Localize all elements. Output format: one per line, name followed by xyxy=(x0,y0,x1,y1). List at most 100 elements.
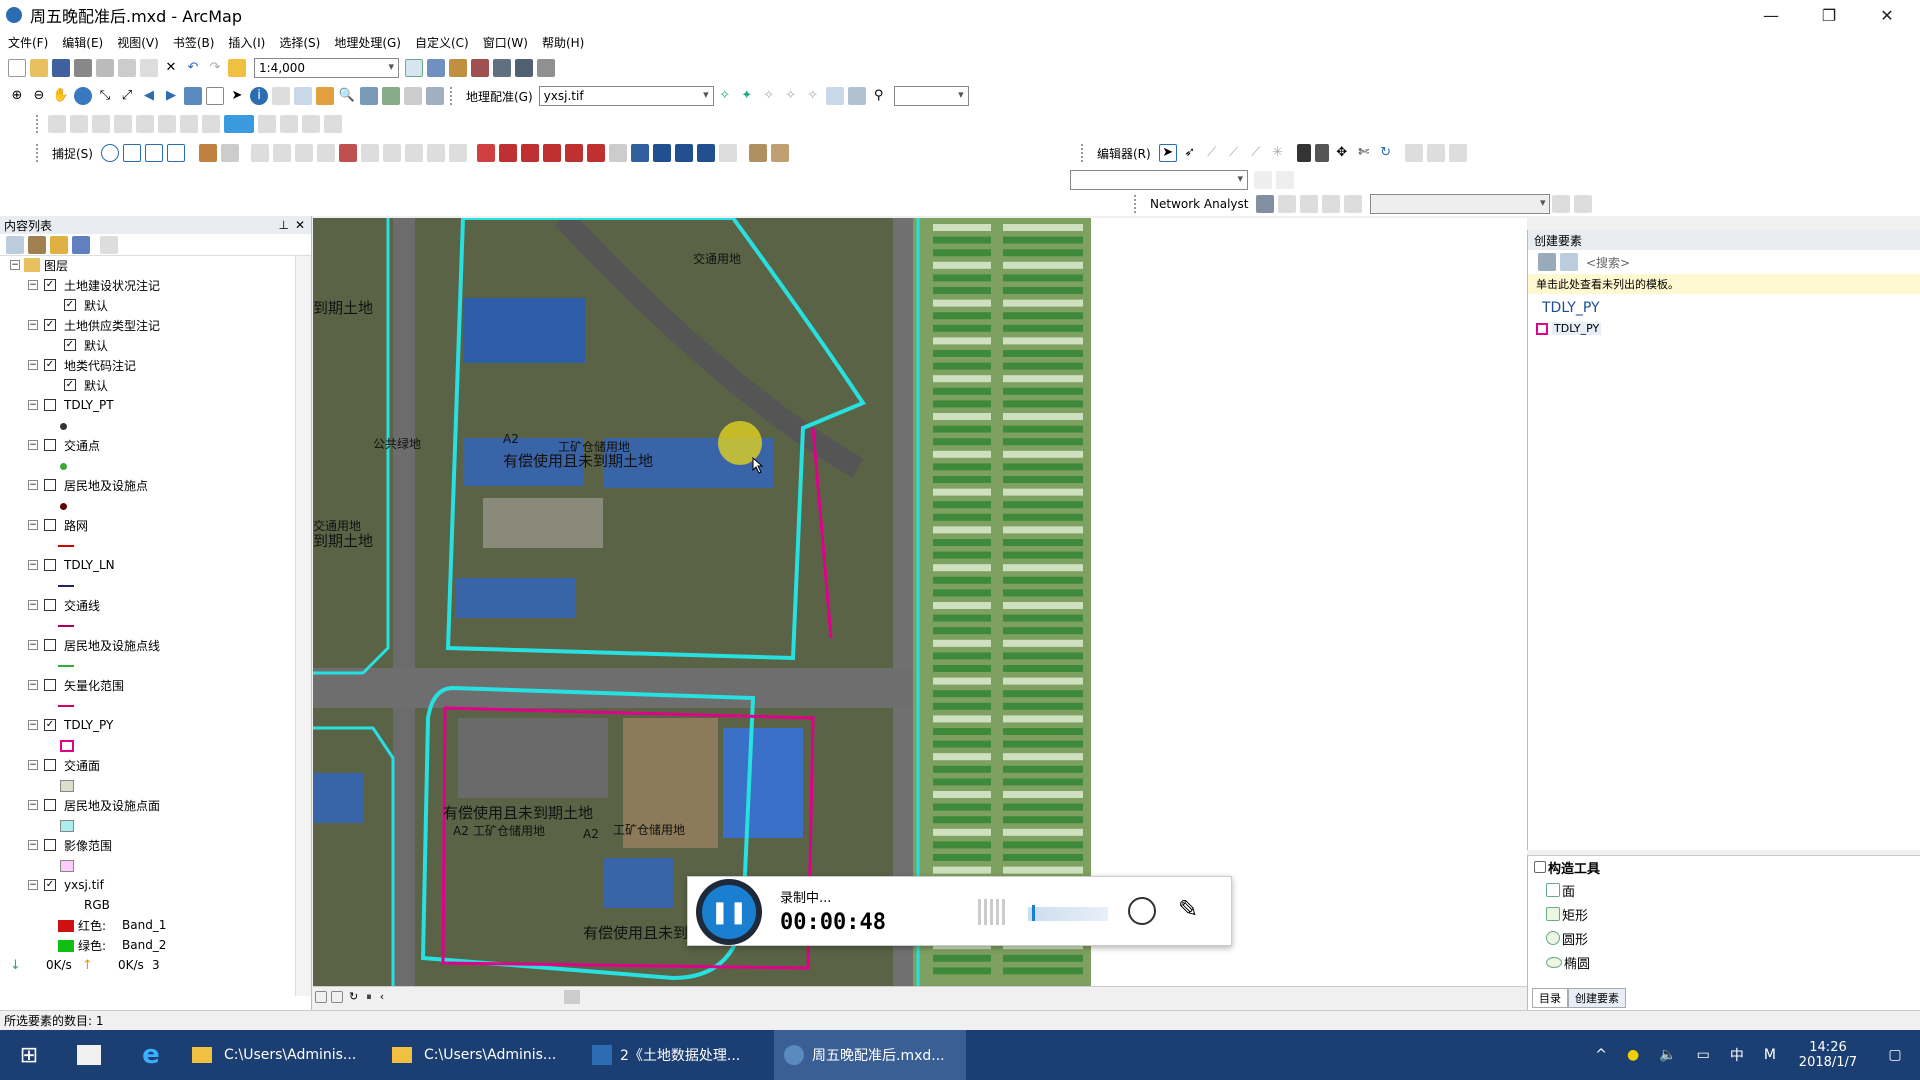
toc-layer[interactable]: − ✓ 地类代码注记 xyxy=(0,356,296,376)
taskbar-word[interactable]: 2《土地数据处理... xyxy=(582,1030,774,1080)
collapse-icon[interactable]: − xyxy=(28,320,38,330)
tool-polygon[interactable]: 面 xyxy=(1544,878,1920,902)
shift-icon[interactable]: ✦ xyxy=(738,87,756,105)
layer-visibility-checkbox[interactable] xyxy=(44,799,56,811)
forward-extent-icon[interactable]: ▶ xyxy=(162,87,180,105)
toc-sublayer[interactable]: ✓ 默认 xyxy=(0,376,296,396)
toc-layer[interactable]: − 影像范围 xyxy=(0,836,296,856)
toc-layer[interactable]: − 矢量化范围 xyxy=(0,676,296,696)
toolbar-grip[interactable] xyxy=(36,144,42,162)
sketch-properties-icon[interactable] xyxy=(1426,144,1445,162)
volume-tray-icon[interactable]: 🔈 xyxy=(1649,1030,1686,1080)
list-by-source-icon[interactable] xyxy=(28,235,46,254)
layer-visibility-checkbox[interactable] xyxy=(44,519,56,531)
collapse-icon[interactable]: − xyxy=(28,800,38,810)
collapse-icon[interactable]: − xyxy=(28,680,38,690)
sublayer-checkbox[interactable]: ✓ xyxy=(64,379,76,391)
toc-window-icon[interactable] xyxy=(427,59,445,77)
line-intersection-icon[interactable] xyxy=(338,144,357,162)
map-view[interactable]: 工矿仓储用地 A2 有偿使用且未到期土地 有偿使用且未到期土地 A2 工矿仓储用… xyxy=(313,218,1091,986)
layer-visibility-checkbox[interactable] xyxy=(44,399,56,411)
cut-icon[interactable] xyxy=(96,59,114,77)
zoom-out-icon[interactable]: ⊖ xyxy=(30,87,48,105)
collapse-icon[interactable]: − xyxy=(28,280,38,290)
edit-tool-icon[interactable]: ➤ xyxy=(1158,144,1177,162)
edit-annotation-tool-icon[interactable]: ➶ xyxy=(1181,144,1199,162)
reshape-feature-icon[interactable] xyxy=(1314,144,1329,162)
toc-layer[interactable]: − 居民地及设施点 xyxy=(0,476,296,496)
focus-frame-icon[interactable] xyxy=(280,115,298,133)
collapse-icon[interactable]: − xyxy=(28,640,38,650)
attribute-transfer-icon[interactable] xyxy=(748,144,767,162)
scroll-left-icon[interactable]: ‹ xyxy=(380,990,384,1003)
clip-icon[interactable] xyxy=(652,144,671,162)
ime-indicator[interactable]: 中 xyxy=(1720,1030,1754,1080)
network-layer-select[interactable] xyxy=(1370,194,1551,214)
add-control-points-icon[interactable]: ✧ xyxy=(782,87,800,105)
layer-visibility-checkbox[interactable]: ✓ xyxy=(44,719,56,731)
battery-tray-icon[interactable]: ▭ xyxy=(1687,1030,1720,1080)
create-features-window-icon[interactable] xyxy=(1448,144,1467,162)
map-empty-area[interactable] xyxy=(1091,218,1527,986)
zoom-whole-page-icon[interactable] xyxy=(114,115,132,133)
rotate-icon[interactable]: ✧ xyxy=(716,87,734,105)
sublayer-checkbox[interactable]: ✓ xyxy=(64,339,76,351)
snap-option-icon[interactable] xyxy=(1276,171,1294,189)
clear-selection-icon[interactable] xyxy=(206,87,224,105)
layer-visibility-checkbox[interactable]: ✓ xyxy=(44,879,56,891)
align-edge-icon[interactable] xyxy=(426,144,445,162)
network-analyst-menu[interactable]: Network Analyst xyxy=(1150,197,1248,211)
reshape-icon[interactable] xyxy=(564,144,583,162)
undo-icon[interactable]: ↶ xyxy=(184,59,202,77)
toc-layer[interactable]: − 路网 xyxy=(0,516,296,536)
action-center-icon[interactable]: ▢ xyxy=(1870,1030,1920,1080)
new-icon[interactable] xyxy=(8,59,26,77)
list-by-visibility-icon[interactable] xyxy=(50,235,68,254)
collapse-icon[interactable]: − xyxy=(28,840,38,850)
straight-segment-icon[interactable]: ⟋ xyxy=(1203,144,1221,162)
split-tool-icon[interactable]: ✄ xyxy=(1355,144,1373,162)
minimize-button[interactable]: — xyxy=(1748,0,1794,30)
copy-icon[interactable] xyxy=(118,59,136,77)
toc-layer[interactable]: − ✓ 土地建设状况注记 xyxy=(0,276,296,296)
toc-layer[interactable]: − ✓ 土地供应类型注记 xyxy=(0,316,296,336)
layer-visibility-checkbox[interactable] xyxy=(44,439,56,451)
change-layout-icon[interactable] xyxy=(302,115,320,133)
toc-layer[interactable]: − TDLY_PT xyxy=(0,396,296,416)
extend-icon[interactable] xyxy=(294,144,313,162)
menu-geoprocessing[interactable]: 地理处理(G) xyxy=(334,34,401,51)
pen-icon[interactable]: ✎ xyxy=(1178,895,1198,923)
menu-selection[interactable]: 选择(S) xyxy=(279,34,320,51)
advanced-edit-icon[interactable] xyxy=(220,144,239,162)
collapse-icon[interactable]: − xyxy=(28,440,38,450)
menu-bookmarks[interactable]: 书签(B) xyxy=(173,34,215,51)
toc-root[interactable]: − 图层 xyxy=(0,256,296,276)
data-driven-pages-icon[interactable] xyxy=(324,115,342,133)
editor-menu[interactable]: 编辑器(R) xyxy=(1097,145,1151,162)
layer-visibility-checkbox[interactable] xyxy=(44,479,56,491)
tool-circle[interactable]: 圆形 xyxy=(1544,926,1920,950)
layout-pan-icon[interactable] xyxy=(92,115,110,133)
hyperlink-icon[interactable] xyxy=(272,87,290,105)
redo-icon[interactable]: ↷ xyxy=(206,59,224,77)
paste-icon[interactable] xyxy=(140,59,158,77)
build-network-icon[interactable] xyxy=(1552,195,1571,213)
rotate-tool-icon[interactable]: ↻ xyxy=(1377,144,1395,162)
toc-layer[interactable]: − ✓ TDLY_PY xyxy=(0,716,296,736)
split-polygons-icon[interactable] xyxy=(498,144,517,162)
merge-icon[interactable] xyxy=(586,144,605,162)
back-extent-icon[interactable]: ◀ xyxy=(140,87,158,105)
network-window-icon[interactable] xyxy=(1256,195,1275,213)
solve-icon[interactable] xyxy=(1344,195,1363,213)
template-hint-bar[interactable]: 单击此处查看未列出的模板。 xyxy=(1528,274,1920,294)
topology-edit-icon[interactable] xyxy=(476,144,495,162)
cut-polygons-tool-icon[interactable]: ✥ xyxy=(1333,144,1351,162)
time-slider-icon[interactable] xyxy=(404,87,422,105)
menu-file[interactable]: 文件(F) xyxy=(8,34,48,51)
tab-create-features[interactable]: 创建要素 xyxy=(1568,988,1626,1008)
toc-sublayer[interactable]: ✓ 默认 xyxy=(0,296,296,316)
toolbar-grip[interactable] xyxy=(1080,144,1087,162)
toolbar-grip[interactable] xyxy=(1134,195,1140,213)
tab-catalog[interactable]: 目录 xyxy=(1532,988,1568,1008)
snapping-menu[interactable]: 捕捉(S) xyxy=(52,145,93,162)
